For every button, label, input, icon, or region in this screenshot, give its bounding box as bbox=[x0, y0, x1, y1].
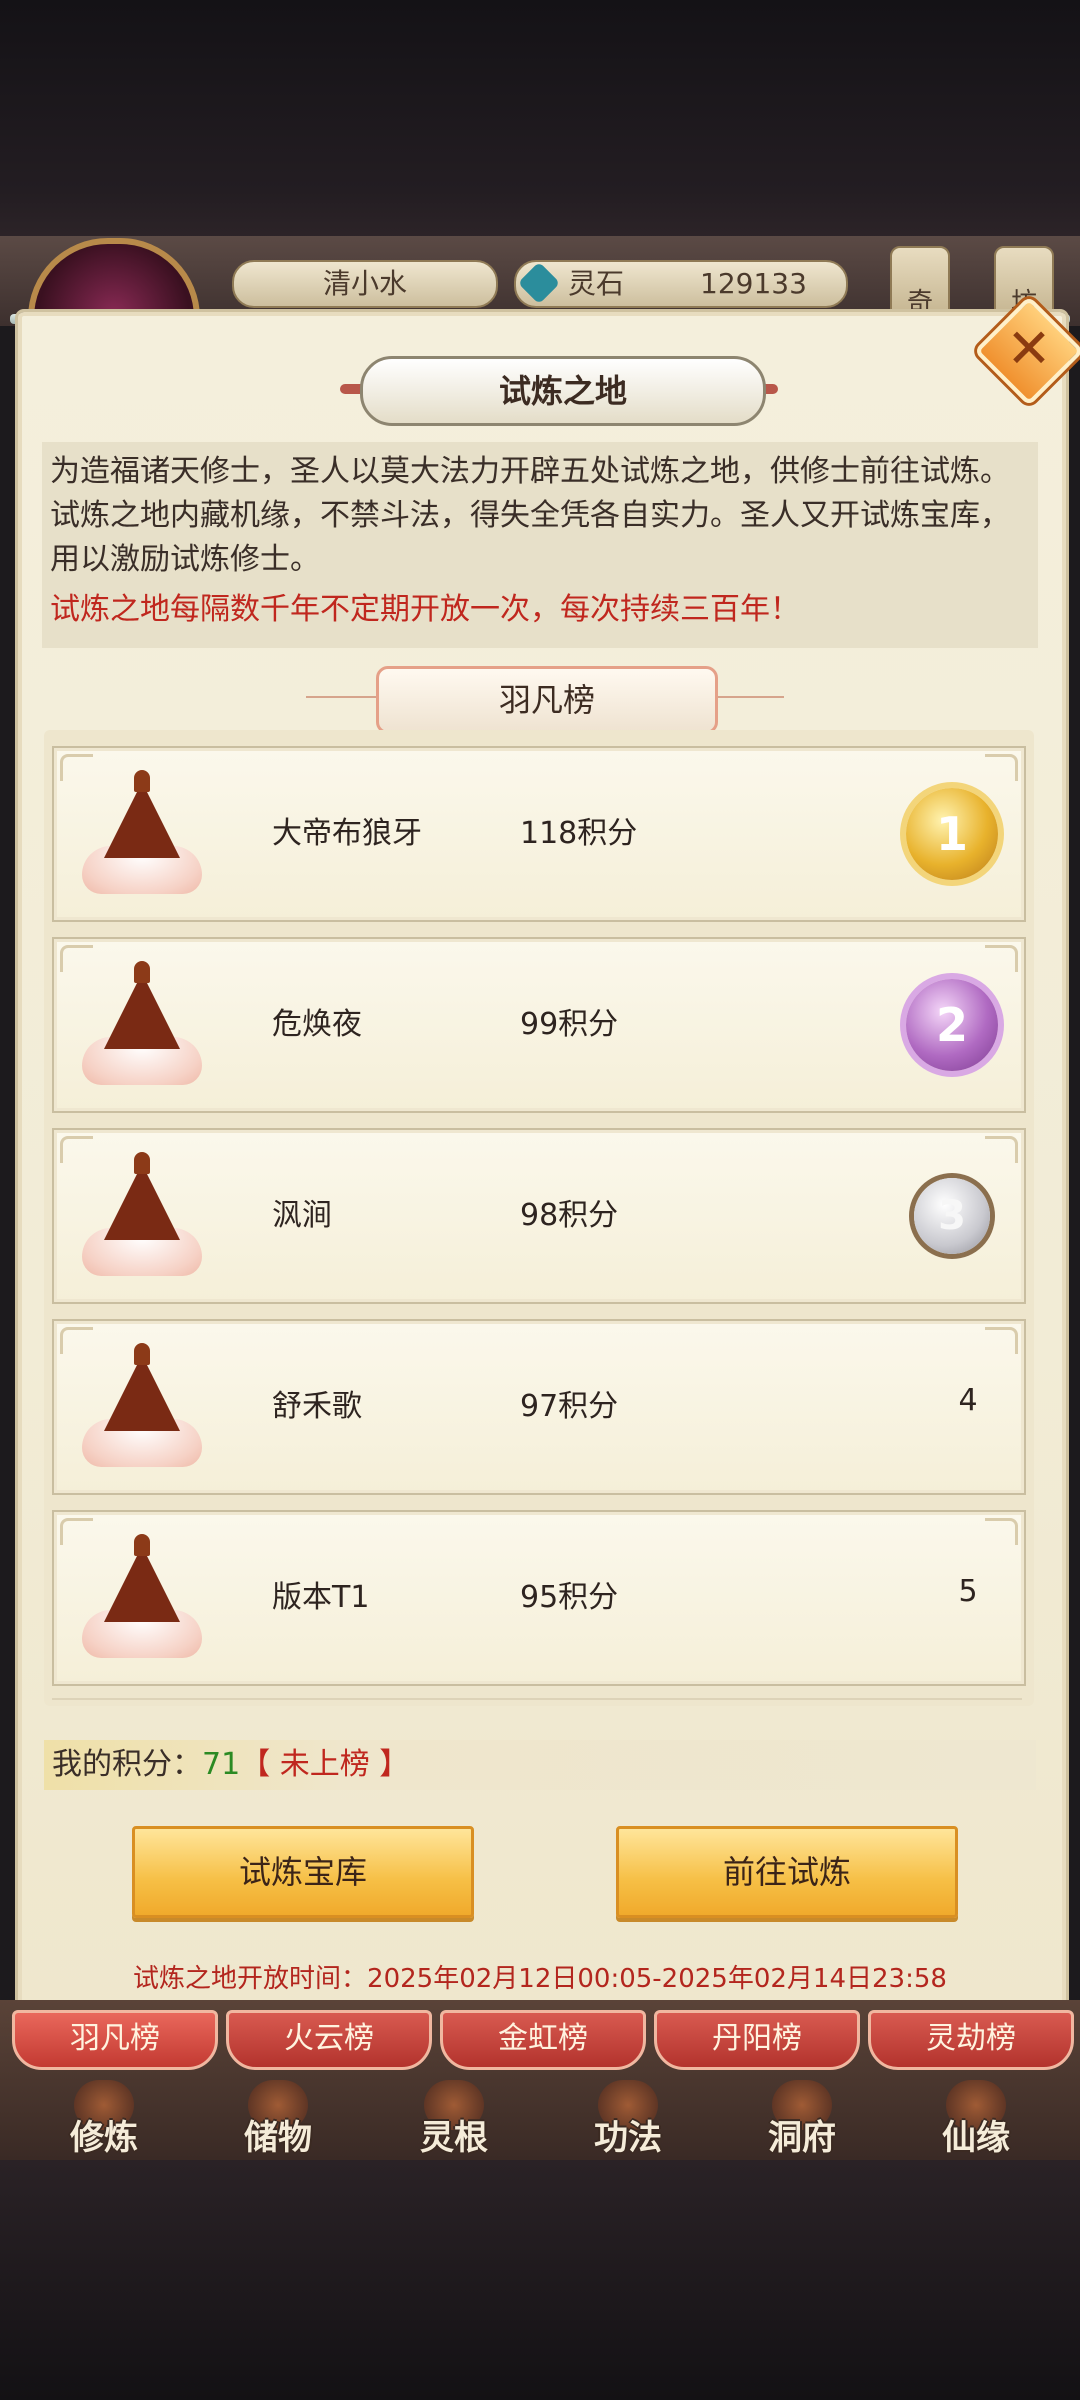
purple-medal-icon: 2 bbox=[900, 973, 1004, 1077]
my-score-label: 我的积分： bbox=[52, 1747, 202, 1782]
my-rank-status: 【 未上榜 】 bbox=[240, 1747, 410, 1782]
rank-number: 1 bbox=[935, 807, 968, 861]
player-score: 98积分 bbox=[520, 1198, 619, 1233]
player-score: 99积分 bbox=[520, 1007, 619, 1042]
player-score: 97积分 bbox=[520, 1389, 619, 1424]
ranking-title-line-left bbox=[306, 696, 386, 698]
nav-fortune[interactable]: 仙缘 bbox=[906, 2080, 1046, 2158]
player-name: 清小水 bbox=[232, 260, 498, 308]
spirit-stone-value: 129133 bbox=[700, 267, 807, 300]
player-name: 版本T1 bbox=[272, 1580, 370, 1615]
player-name: 沨涧 bbox=[272, 1198, 332, 1233]
my-score-value: 71 bbox=[202, 1747, 241, 1782]
rank-number: 4 bbox=[958, 1383, 978, 1418]
open-time-text: 试炼之地开放时间：2025年02月12日00:05-2025年02月14日23:… bbox=[133, 1964, 947, 1994]
spirit-stone-display: 灵石 129133 bbox=[514, 260, 848, 308]
nav-technique[interactable]: 功法 bbox=[558, 2080, 698, 2158]
silver-medal-icon: 3 bbox=[900, 1164, 1004, 1268]
ranking-row[interactable]: 危焕夜 99积分 2 bbox=[52, 937, 1026, 1113]
trial-treasury-button[interactable]: 试炼宝库 bbox=[132, 1826, 474, 1918]
ranking-row[interactable]: 大帝布狼牙 118积分 1 bbox=[52, 746, 1026, 922]
player-avatar-icon bbox=[72, 1528, 212, 1668]
nav-spirit-root[interactable]: 灵根 bbox=[384, 2080, 524, 2158]
ranking-row[interactable]: 舒禾歌 97积分 4 bbox=[52, 1319, 1026, 1495]
top-background bbox=[0, 0, 1080, 240]
player-name: 危焕夜 bbox=[272, 1007, 362, 1042]
tab-jinhong-board[interactable]: 金虹榜 bbox=[440, 2010, 646, 2070]
description-text: 为造福诸天修士，圣人以莫大法力开辟五处试炼之地，供修士前往试炼。试炼之地内藏机缘… bbox=[50, 454, 1010, 577]
player-avatar-icon bbox=[72, 955, 212, 1095]
ranking-row[interactable]: 版本T1 95积分 5 bbox=[52, 1510, 1026, 1686]
player-name: 大帝布狼牙 bbox=[272, 816, 422, 851]
nav-label: 储物 bbox=[244, 2118, 312, 2158]
spirit-stone-icon bbox=[517, 261, 561, 305]
description-note: 试炼之地每隔数千年不定期开放一次，每次持续三百年！ bbox=[50, 592, 800, 627]
nav-storage[interactable]: 储物 bbox=[208, 2080, 348, 2158]
tab-huoyun-board[interactable]: 火云榜 bbox=[226, 2010, 432, 2070]
rank-number: 3 bbox=[938, 1193, 966, 1239]
ranking-row[interactable]: 沨涧 98积分 3 bbox=[52, 1128, 1026, 1304]
divider bbox=[52, 1698, 1022, 1700]
tab-danyang-board[interactable]: 丹阳榜 bbox=[654, 2010, 860, 2070]
go-trial-button[interactable]: 前往试炼 bbox=[616, 1826, 958, 1918]
corner-ornament bbox=[985, 1136, 1018, 1163]
nav-label: 修炼 bbox=[70, 2118, 138, 2158]
player-avatar-icon bbox=[72, 1146, 212, 1286]
rank-number: 5 bbox=[958, 1574, 978, 1609]
nav-label: 灵根 bbox=[420, 2118, 488, 2158]
my-score: 我的积分：71【 未上榜 】 bbox=[52, 1742, 409, 1788]
rank-number: 2 bbox=[935, 998, 968, 1052]
nav-label: 仙缘 bbox=[942, 2118, 1010, 2158]
nav-cultivate[interactable]: 修炼 bbox=[34, 2080, 174, 2158]
corner-ornament bbox=[985, 754, 1018, 781]
modal-title: 试炼之地 bbox=[360, 356, 766, 426]
player-avatar-icon bbox=[72, 764, 212, 904]
nav-label: 洞府 bbox=[768, 2118, 836, 2158]
player-avatar-icon bbox=[72, 1337, 212, 1477]
ranking-title: 羽凡榜 bbox=[376, 666, 718, 734]
tab-yufan-board[interactable]: 羽凡榜 bbox=[12, 2010, 218, 2070]
corner-ornament bbox=[985, 945, 1018, 972]
player-score: 118积分 bbox=[520, 816, 638, 851]
nav-cave[interactable]: 洞府 bbox=[732, 2080, 872, 2158]
bottom-background bbox=[0, 2160, 1080, 2400]
gold-medal-icon: 1 bbox=[900, 782, 1004, 886]
close-icon[interactable]: ✕ bbox=[990, 312, 1068, 390]
player-name: 舒禾歌 bbox=[272, 1389, 362, 1424]
spirit-stone-label: 灵石 bbox=[568, 267, 625, 300]
player-score: 95积分 bbox=[520, 1580, 619, 1615]
tab-lingjie-board[interactable]: 灵劫榜 bbox=[868, 2010, 1074, 2070]
nav-label: 功法 bbox=[594, 2118, 662, 2158]
